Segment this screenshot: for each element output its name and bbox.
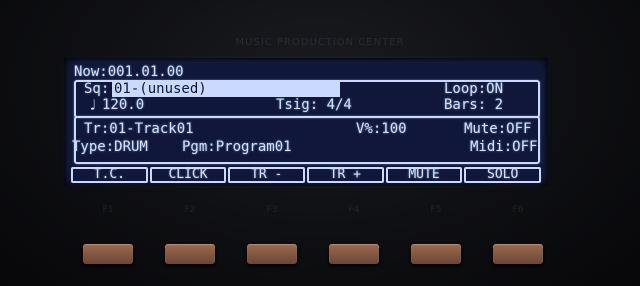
- function-label-f4: F4: [348, 205, 360, 215]
- midi-field[interactable]: Midi:OFF: [470, 140, 537, 155]
- program-field[interactable]: Pgm:Program01: [182, 140, 292, 155]
- softkey-bar: T.C. CLICK TR - TR + MUTE SOLO: [70, 167, 542, 183]
- tempo-note-icon: ♩: [88, 96, 98, 114]
- softkey-mute[interactable]: MUTE: [385, 167, 463, 183]
- track-field[interactable]: Tr:01-Track01: [84, 122, 194, 137]
- lcd-screen: Now:001.01.00 Sq: 01-(unused) Loop:ON ♩ …: [70, 63, 542, 183]
- lcd-bezel: Now:001.01.00 Sq: 01-(unused) Loop:ON ♩ …: [64, 58, 548, 186]
- hardware-button-f5[interactable]: [411, 244, 461, 264]
- softkey-tc[interactable]: T.C.: [71, 167, 148, 183]
- function-label-f6: F6: [512, 205, 524, 215]
- hardware-button-f6[interactable]: [493, 244, 543, 264]
- sequence-label: Sq:: [84, 81, 110, 97]
- softkey-track-next[interactable]: TR +: [307, 167, 384, 183]
- hardware-button-f3[interactable]: [247, 244, 297, 264]
- type-field[interactable]: Type:DRUM: [72, 140, 148, 155]
- hardware-button-f1[interactable]: [83, 244, 133, 264]
- now-position[interactable]: Now:001.01.00: [74, 65, 184, 80]
- softkey-track-prev[interactable]: TR -: [228, 167, 306, 183]
- bars-field[interactable]: Bars: 2: [444, 98, 503, 113]
- function-label-f3: F3: [266, 205, 278, 215]
- softkey-click[interactable]: CLICK: [149, 167, 227, 183]
- softkey-solo[interactable]: SOLO: [464, 167, 542, 183]
- mute-field[interactable]: Mute:OFF: [464, 122, 531, 137]
- tsig-field[interactable]: Tsig: 4/4: [276, 98, 352, 113]
- device-label: MUSIC PRODUCTION CENTER: [235, 37, 405, 48]
- hardware-button-f4[interactable]: [329, 244, 379, 264]
- tempo-field[interactable]: 120.0: [102, 98, 144, 113]
- function-label-f1: F1: [102, 205, 114, 215]
- device-panel: MUSIC PRODUCTION CENTER Now:001.01.00 Sq…: [0, 0, 640, 286]
- function-label-f5: F5: [430, 205, 442, 215]
- velocity-field[interactable]: V%:100: [356, 122, 407, 137]
- hardware-button-f2[interactable]: [165, 244, 215, 264]
- function-label-f2: F2: [184, 205, 196, 215]
- loop-field[interactable]: Loop:ON: [444, 82, 503, 97]
- sequence-field[interactable]: 01-(unused): [112, 82, 340, 97]
